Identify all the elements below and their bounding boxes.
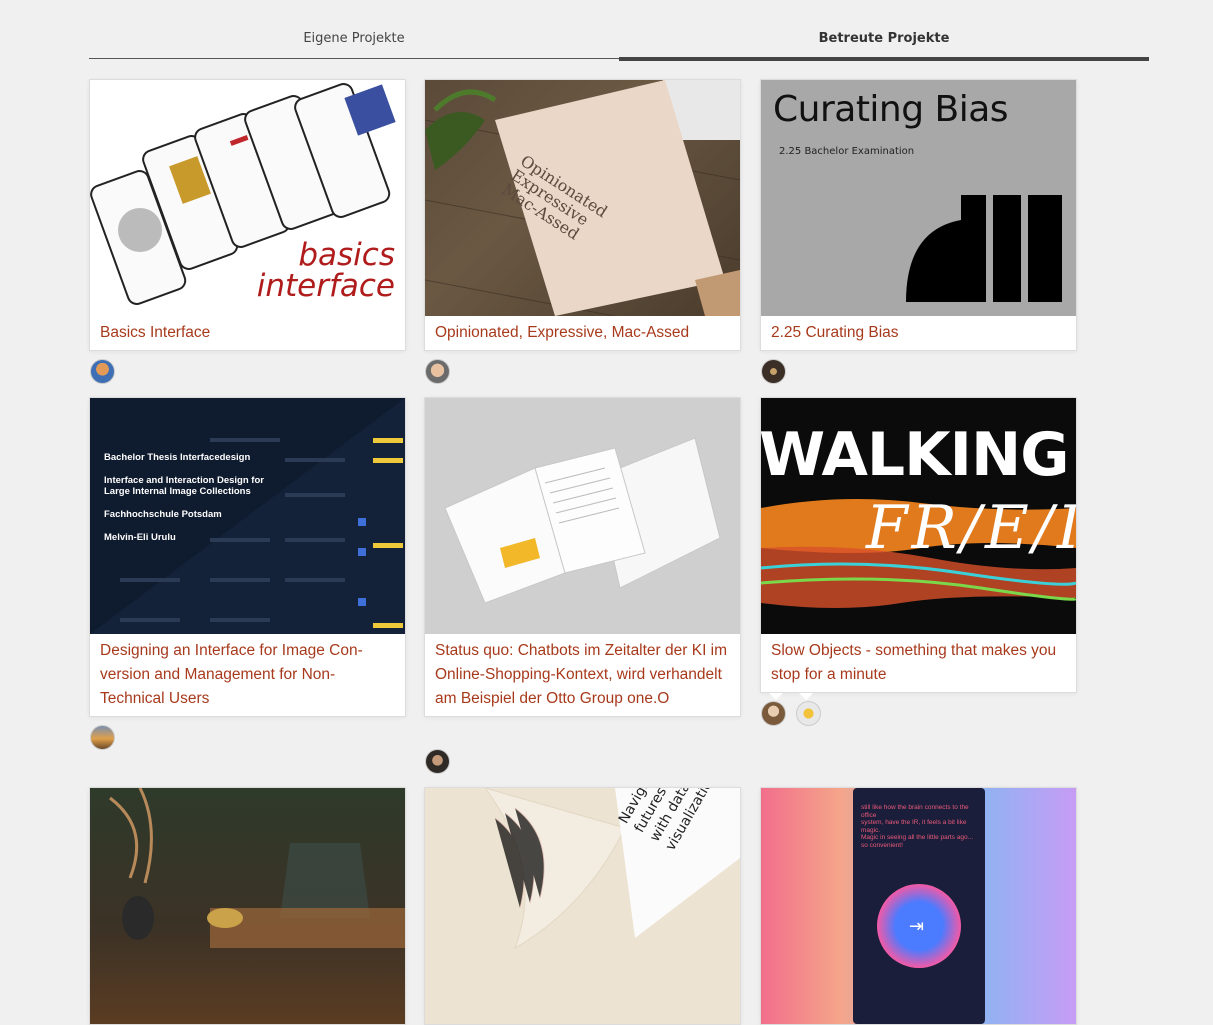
- phone-message-text: still like how the brain connects to the…: [861, 804, 974, 849]
- project-thumbnail: [90, 788, 405, 1024]
- project-card[interactable]: Bachelor Thesis Interfacedesign Interfac…: [89, 397, 406, 717]
- project-card[interactable]: [89, 787, 406, 1025]
- project-card[interactable]: Opinionated Expressive Mac-Assed Opinion…: [424, 79, 741, 351]
- avatar-list: [761, 359, 786, 384]
- avatar[interactable]: [425, 749, 450, 774]
- project-title[interactable]: 2.25 Curating Bias: [761, 316, 1076, 350]
- project-title[interactable]: Basics Interface: [90, 316, 405, 350]
- phone-mockup: still like how the brain connects to the…: [853, 788, 985, 1024]
- project-thumbnail: Opinionated Expressive Mac-Assed: [425, 80, 740, 316]
- thumbnail-text: Fachhochschule Potsdam: [104, 509, 222, 520]
- project-thumbnail: Navigating futures with data visualizati…: [425, 788, 740, 1024]
- avatar-list: [425, 749, 450, 774]
- project-thumbnail: basics interface: [90, 80, 405, 316]
- tab-betreute-projekte[interactable]: Betreute Projekte: [619, 0, 1149, 61]
- thumbnail-text: Bachelor Thesis Interfacedesign: [104, 452, 251, 463]
- project-title[interactable]: Status quo: Chatbots im Zeitalter der KI…: [425, 634, 740, 716]
- project-title[interactable]: Opinionated, Expressive, Mac-Assed: [425, 316, 740, 350]
- kettle-illustration: [109, 788, 405, 948]
- avatar[interactable]: [425, 359, 450, 384]
- tab-label: Betreute Projekte: [818, 31, 950, 46]
- project-card[interactable]: Status quo: Chatbots im Zeitalter der KI…: [424, 397, 741, 717]
- book-illustration: [444, 437, 721, 604]
- project-thumbnail: still like how the brain connects to the…: [761, 788, 1076, 1024]
- avatar[interactable]: [90, 725, 115, 750]
- thumbnail-script-text: FR/E/I: [866, 493, 1076, 563]
- project-tabs: Eigene Projekte Betreute Projekte: [89, 0, 1149, 61]
- tooltip-pointer: [799, 693, 813, 700]
- avatar-list: [425, 359, 450, 384]
- project-card[interactable]: Navigating futures with data visualizati…: [424, 787, 741, 1025]
- project-title[interactable]: Slow Objects - something that makes you …: [761, 634, 1076, 692]
- project-card[interactable]: WALKING FR/E/I Slow Objects - something …: [760, 397, 1077, 693]
- tab-label: Eigene Projekte: [303, 31, 405, 46]
- tooltip-pointer: [769, 693, 783, 700]
- arrow-icon: ⇥: [909, 916, 925, 937]
- avatar[interactable]: [761, 359, 786, 384]
- thumbnail-text: Large Internal Image Collections: [104, 486, 251, 497]
- avatar-list: [761, 701, 821, 726]
- project-card[interactable]: basics interface Basics Interface: [89, 79, 406, 351]
- avatar-list: [90, 725, 115, 750]
- thumbnail-text: basics interface: [256, 237, 395, 304]
- avatar-list: [90, 359, 115, 384]
- project-thumbnail: Curating Bias 2.25 Bachelor Examination: [761, 80, 1076, 316]
- logo-mark: [906, 195, 1062, 302]
- avatar[interactable]: [796, 701, 821, 726]
- project-thumbnail: Bachelor Thesis Interfacedesign Interfac…: [90, 398, 405, 634]
- avatar[interactable]: [761, 701, 786, 726]
- project-card[interactable]: still like how the brain connects to the…: [760, 787, 1077, 1025]
- tab-eigene-projekte[interactable]: Eigene Projekte: [89, 0, 619, 59]
- thumbnail-text: Melvin-Eli Urulu: [104, 532, 176, 543]
- project-thumbnail: WALKING FR/E/I: [761, 398, 1076, 634]
- project-title[interactable]: Designing an Interface for Image Con-ver…: [90, 634, 405, 716]
- project-card[interactable]: Curating Bias 2.25 Bachelor Examination …: [760, 79, 1077, 351]
- avatar[interactable]: [90, 359, 115, 384]
- thumbnail-text: Interface and Interaction Design for: [104, 475, 264, 486]
- project-thumbnail: [425, 398, 740, 634]
